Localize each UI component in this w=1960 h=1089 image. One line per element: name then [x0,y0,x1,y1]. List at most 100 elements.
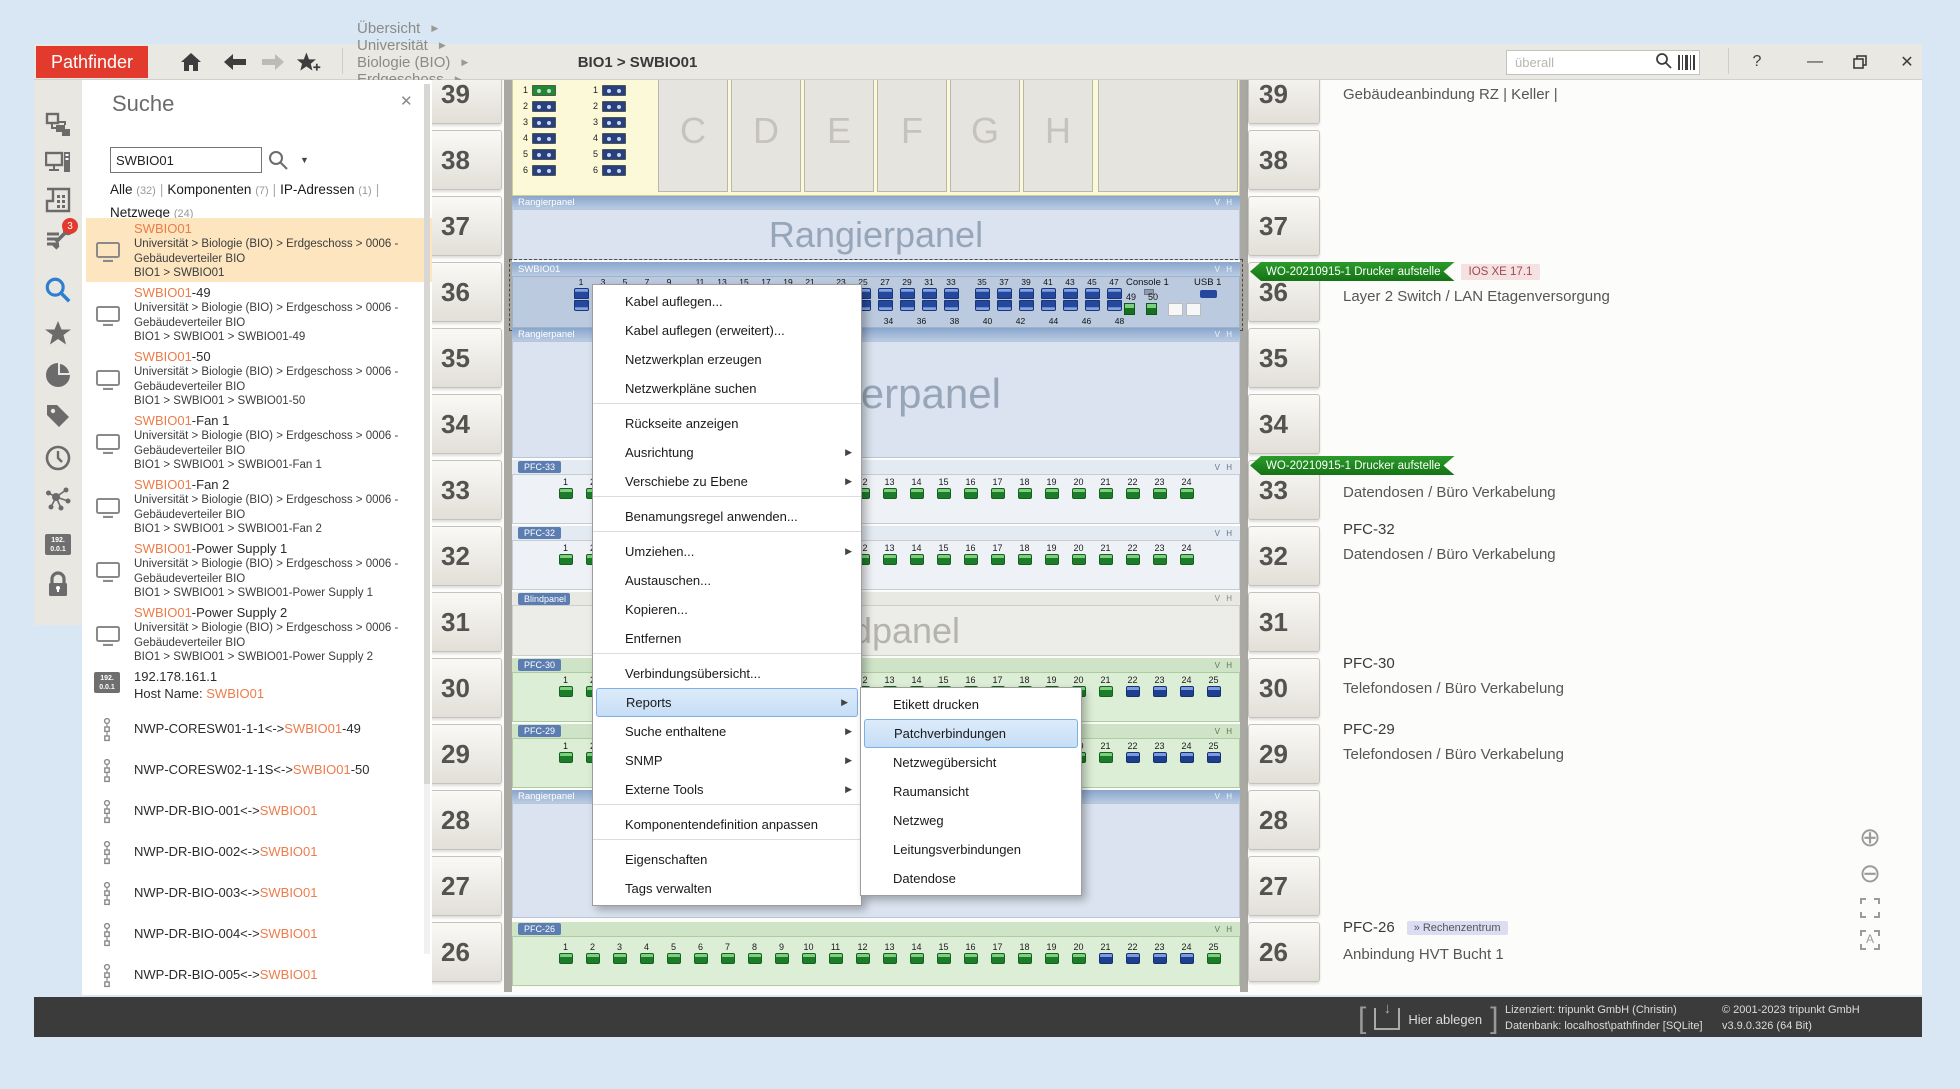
fiber-cell[interactable]: H [1023,80,1093,192]
floorplan-icon[interactable] [44,186,72,214]
patch-port-icon[interactable] [883,953,897,964]
submenu-item[interactable]: Netzwegübersicht [861,748,1081,777]
fiber-port[interactable] [602,133,626,144]
patch-port-icon[interactable] [667,953,681,964]
rechenzentrum-chip[interactable]: » Rechenzentrum [1407,921,1508,935]
empty-slot[interactable] [1168,303,1183,316]
patch-port-icon[interactable] [1099,488,1113,499]
switch-port-icon[interactable] [975,288,990,299]
context-menu-item[interactable]: Externe Tools▶ [593,775,861,805]
submenu-item[interactable]: Etikett drucken [861,690,1081,719]
patch-port-icon[interactable] [1018,488,1032,499]
patch-port-icon[interactable] [883,488,897,499]
search-result-netzweg[interactable]: NWP-CORESW02-1-1S<->SWBIO01-50 [86,751,432,792]
fiber-port[interactable] [532,117,556,128]
fiber-port[interactable] [532,133,556,144]
patch-port-icon[interactable] [964,953,978,964]
patch-port-icon[interactable] [910,554,924,565]
help-button[interactable]: ? [1742,48,1772,76]
patch-port-icon[interactable] [1072,554,1086,565]
context-menu-item[interactable]: Verschiebe zu Ebene▶ [593,467,861,497]
statistics-pie-icon[interactable] [44,361,72,389]
patch-port-icon[interactable] [1099,686,1113,697]
zoom-in-icon[interactable]: ⊕ [1852,822,1888,852]
tags-icon[interactable] [44,402,72,430]
patch-port-icon[interactable] [1207,752,1221,763]
fiber-port[interactable] [532,165,556,176]
switch-port-icon[interactable] [1085,288,1100,299]
patch-port-icon[interactable] [991,554,1005,565]
breadcrumb-link[interactable]: Übersicht [357,20,420,37]
fiber-cell[interactable]: C [658,80,728,192]
fiber-port[interactable] [602,165,626,176]
patch-port-icon[interactable] [1099,752,1113,763]
patch-port-icon[interactable] [856,953,870,964]
search-result-item[interactable]: SWBIO01-Fan 1 Universität > Biologie (BI… [86,410,432,474]
patch-port-icon[interactable] [964,554,978,565]
patch-port-icon[interactable] [1018,953,1032,964]
patch-port-icon[interactable] [910,488,924,499]
switch-port-icon[interactable] [574,288,589,299]
search-result-netzweg[interactable]: NWP-DR-BIO-001<->SWBIO01 [86,792,432,833]
switch-header[interactable]: SWBIO01V H [512,262,1240,276]
usb-port-icon[interactable] [1200,290,1217,298]
patch-port-icon[interactable] [1045,488,1059,499]
search-result-ip[interactable]: 192.0.0.1 192.178.161.1 Host Name: SWBIO… [86,666,432,710]
search-result-item[interactable]: SWBIO01-Power Supply 2 Universität > Bio… [86,602,432,666]
search-icon[interactable] [1655,52,1672,74]
patch-port-icon[interactable] [1126,554,1140,565]
patch-port-icon[interactable] [586,953,600,964]
breadcrumb-link[interactable]: Biologie (BIO) [357,54,450,71]
context-menu-item[interactable]: Netzwerkplan erzeugen [593,345,861,374]
switch-port-icon[interactable] [1019,288,1034,299]
workorder-tag[interactable]: WO-20210915-1 Drucker aufstelle [1250,262,1455,281]
switch-port-icon[interactable] [922,300,937,311]
ios-version-chip[interactable]: IOS XE 17.1 [1461,264,1541,280]
patch-port-icon[interactable] [559,752,573,763]
patch-port-icon[interactable] [748,953,762,964]
fiber-port[interactable] [602,149,626,160]
search-result-item[interactable]: SWBIO01-49 Universität > Biologie (BIO) … [86,282,432,346]
switch-port-icon[interactable] [1107,288,1122,299]
switch-port-icon[interactable] [997,288,1012,299]
search-result-netzweg[interactable]: NWP-DR-BIO-002<->SWBIO01 [86,833,432,874]
patch-port-icon[interactable] [1153,953,1167,964]
components-icon[interactable] [44,149,72,177]
context-menu-item[interactable]: Suche enthaltene▶ [593,717,861,746]
patch-port-icon[interactable] [1153,554,1167,565]
patch-port-icon[interactable] [1153,752,1167,763]
patch-port-icon[interactable] [937,554,951,565]
patch-port-icon[interactable] [1099,953,1113,964]
context-menu-item[interactable]: Komponentendefinition anpassen [593,810,861,840]
patch-port-icon[interactable] [991,488,1005,499]
search-result-item[interactable]: SWBIO01-Power Supply 1 Universität > Bio… [86,538,432,602]
patch-port-icon[interactable] [910,953,924,964]
app-logo[interactable]: Pathfinder [36,46,148,78]
switch-port-icon[interactable] [878,288,893,299]
drop-zone[interactable]: [ Hier ablegen ] [1358,1002,1498,1036]
switch-port-icon[interactable] [1107,300,1122,311]
patch-port-icon[interactable] [1153,686,1167,697]
switch-port-icon[interactable] [900,288,915,299]
switch-port-icon[interactable] [1063,300,1078,311]
patch-port-icon[interactable] [1207,686,1221,697]
search-result-netzweg[interactable]: NWP-DR-BIO-003<->SWBIO01 [86,874,432,915]
history-clock-icon[interactable] [44,444,72,472]
fiber-port[interactable] [602,117,626,128]
patch-port-icon[interactable] [1180,953,1194,964]
search-result-item[interactable]: SWBIO01-Fan 2 Universität > Biologie (BI… [86,474,432,538]
switch-port-icon[interactable] [975,300,990,311]
patch-port-icon[interactable] [1126,953,1140,964]
fiber-cell-empty[interactable] [1098,80,1238,192]
patch-port-icon[interactable] [1099,554,1113,565]
barcode-scan-icon[interactable] [1678,55,1695,70]
patch-port-icon[interactable] [937,953,951,964]
fiber-cell[interactable]: D [731,80,801,192]
security-lock-icon[interactable] [44,570,72,598]
context-menu-item[interactable]: Rückseite anzeigen [593,409,861,438]
context-menu-item[interactable]: Netzwerkpläne suchen [593,374,861,404]
context-menu-item[interactable]: SNMP▶ [593,746,861,775]
switch-port-icon[interactable] [574,300,589,311]
switch-port-icon[interactable] [944,288,959,299]
forward-icon[interactable] [260,50,286,74]
